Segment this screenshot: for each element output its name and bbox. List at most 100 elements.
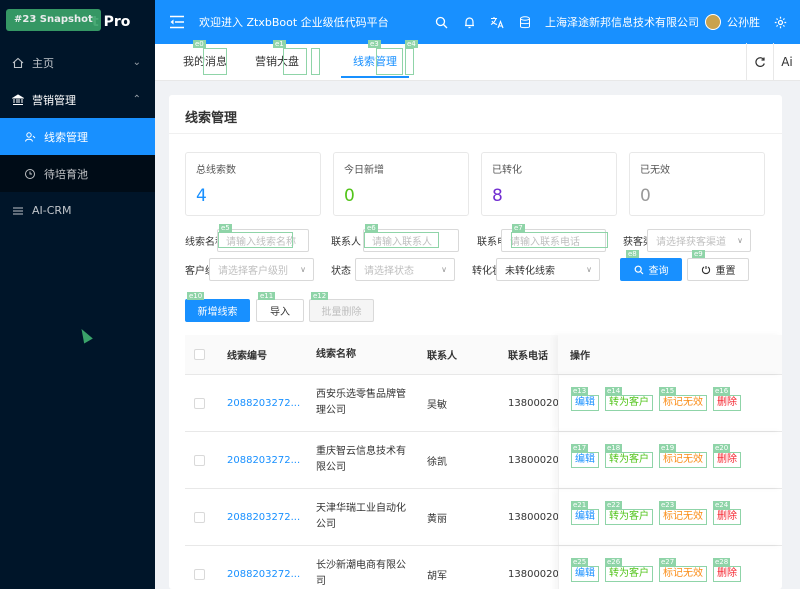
row-checkbox[interactable] — [194, 397, 205, 409]
row-checkbox[interactable] — [194, 568, 205, 580]
convert-to-customer-button[interactable]: e14 转为客户 — [605, 387, 653, 411]
delete-button[interactable]: e28 删除 — [713, 558, 741, 582]
button-label: 转为客户 — [609, 454, 649, 465]
annotation-tag: e18 — [605, 444, 623, 452]
annotation-tag: e12 — [311, 292, 329, 300]
search-icon[interactable] — [427, 0, 455, 44]
stat-today-new: 今日新增 0 — [333, 152, 469, 216]
convert-status-select[interactable]: 未转化线索 ∨ — [496, 258, 600, 281]
sidebar-item-clues[interactable]: 线索管理 — [0, 118, 155, 155]
contacts-icon — [24, 131, 36, 143]
mouse-cursor-icon — [77, 326, 93, 344]
button-label: 重置 — [715, 266, 736, 277]
edit-button[interactable]: e25 编辑 — [571, 558, 599, 582]
select-all-checkbox[interactable] — [194, 349, 205, 360]
row-checkbox[interactable] — [194, 511, 205, 523]
annotation-outline — [218, 232, 293, 248]
ai-assistant-button[interactable]: Ai — [773, 43, 800, 80]
add-clue-button[interactable]: 新增线索 — [185, 299, 250, 322]
reset-button[interactable]: 重置 — [687, 258, 749, 281]
tab-my-messages[interactable]: 我的消息 — [155, 43, 241, 80]
clue-id-link[interactable]: 2088203272... — [215, 398, 304, 409]
edit-button[interactable]: e13 编辑 — [571, 387, 599, 411]
mark-invalid-button[interactable]: e23 标记无效 — [659, 501, 707, 525]
row-checkbox[interactable] — [194, 454, 205, 466]
action-bar: 新增线索 导入 批量删除 — [185, 299, 374, 322]
button-label: 标记无效 — [663, 454, 703, 465]
delete-button[interactable]: e20 删除 — [713, 444, 741, 468]
translate-icon[interactable] — [483, 0, 511, 44]
mark-invalid-button[interactable]: e19 标记无效 — [659, 444, 707, 468]
channel-select[interactable]: 请选择获客渠道 ∨ — [647, 229, 751, 252]
edit-button[interactable]: e17 编辑 — [571, 444, 599, 468]
annotation-outline — [405, 48, 414, 75]
stat-value: 4 — [196, 186, 207, 206]
company-name[interactable]: 上海泽途新邦信息技术有限公司 — [545, 14, 699, 30]
stat-value: 0 — [640, 186, 651, 206]
annotation-tag: e16 — [713, 387, 731, 395]
annotation-tag: e13 — [571, 387, 589, 395]
annotation-tag: e20 — [713, 444, 731, 452]
button-label: 转为客户 — [609, 511, 649, 522]
sidebar-item-marketing[interactable]: 营销管理 ⌃ — [0, 81, 155, 118]
row-actions: e13 编辑 e14 转为客户 e15 标记无效 e16 删除 — [558, 375, 782, 431]
convert-to-customer-button[interactable]: e18 转为客户 — [605, 444, 653, 468]
convert-to-customer-button[interactable]: e26 转为客户 — [605, 558, 653, 582]
status-select[interactable]: 请选择状态 ∨ — [355, 258, 455, 281]
annotation-tag: e22 — [605, 501, 623, 509]
chevron-up-icon: ⌃ — [132, 94, 141, 105]
mark-invalid-button[interactable]: e27 标记无效 — [659, 558, 707, 582]
mark-invalid-button[interactable]: e15 标记无效 — [659, 387, 707, 411]
annotation-tag: e11 — [258, 292, 276, 300]
placeholder: 请选择客户级别 — [218, 266, 288, 277]
sidebar-item-nurture-pool[interactable]: 待培育池 — [0, 155, 155, 344]
row-actions: e21 编辑 e22 转为客户 e23 标记无效 e24 删除 — [558, 489, 782, 545]
channel-label: 获客渠道 — [623, 237, 647, 248]
annotation-tag: e14 — [605, 387, 623, 395]
batch-delete-button[interactable]: 批量删除 — [309, 299, 374, 322]
column-header: 联系电话 — [508, 351, 548, 362]
contact-phone: 138000200 — [508, 568, 558, 580]
annotation-tag: e1 — [273, 40, 286, 48]
button-label: 标记无效 — [663, 568, 703, 579]
button-label: 编辑 — [575, 454, 595, 465]
clue-id-link[interactable]: 2088203272... — [215, 512, 304, 523]
query-button[interactable]: 查询 — [620, 258, 682, 281]
list-icon — [12, 205, 24, 217]
clue-id-link[interactable]: 2088203272... — [215, 455, 304, 466]
contact-phone: 138000200 — [508, 454, 558, 466]
sidebar-logo: t Pro #23 Snapshot — [0, 0, 155, 44]
clue-name: 西安乐选零售品牌管理公司 — [316, 389, 406, 416]
clue-id-link[interactable]: 2088203272... — [215, 569, 304, 580]
stat-invalid: 已无效 0 — [629, 152, 765, 216]
level-label: 客户级别 — [185, 266, 209, 277]
button-label: 查询 — [648, 266, 669, 277]
delete-button[interactable]: e24 删除 — [713, 501, 741, 525]
level-select[interactable]: 请选择客户级别 ∨ — [209, 258, 314, 281]
filter-row-2: 客户级别 请选择客户级别 ∨ 状态 请选择状态 ∨ 转化状态 未转化线索 ∨ 查… — [185, 258, 749, 281]
row-actions: e25 编辑 e26 转为客户 e27 标记无效 e28 删除 — [558, 546, 782, 589]
avatar[interactable] — [705, 14, 721, 30]
sidebar-item-label: 待培育池 — [44, 167, 88, 181]
button-label: 删除 — [717, 568, 737, 579]
sidebar-item-ai-crm[interactable]: AI-CRM — [0, 192, 155, 229]
chevron-down-icon: ∨ — [441, 265, 447, 274]
contact-label: 联系人 — [331, 237, 361, 248]
user-name[interactable]: 公孙胜 — [727, 14, 760, 30]
database-icon[interactable] — [511, 0, 539, 44]
import-button[interactable]: 导入 — [256, 299, 304, 322]
annotation-tag: e27 — [659, 558, 677, 566]
clue-name: 重庆智云信息技术有限公司 — [316, 446, 406, 473]
bank-icon — [12, 93, 24, 106]
menu-fold-icon[interactable] — [169, 15, 185, 29]
delete-button[interactable]: e16 删除 — [713, 387, 741, 411]
bell-icon[interactable] — [455, 0, 483, 44]
sidebar-item-home[interactable]: 主页 ⌄ — [0, 44, 155, 81]
refresh-icon[interactable] — [746, 43, 773, 80]
welcome-text: 欢迎进入 ZtxbBoot 企业级低代码平台 — [199, 16, 389, 29]
convert-to-customer-button[interactable]: e22 转为客户 — [605, 501, 653, 525]
ai-label: Ai — [781, 54, 793, 69]
edit-button[interactable]: e21 编辑 — [571, 501, 599, 525]
button-label: 标记无效 — [663, 397, 703, 408]
gear-icon[interactable] — [770, 0, 790, 44]
